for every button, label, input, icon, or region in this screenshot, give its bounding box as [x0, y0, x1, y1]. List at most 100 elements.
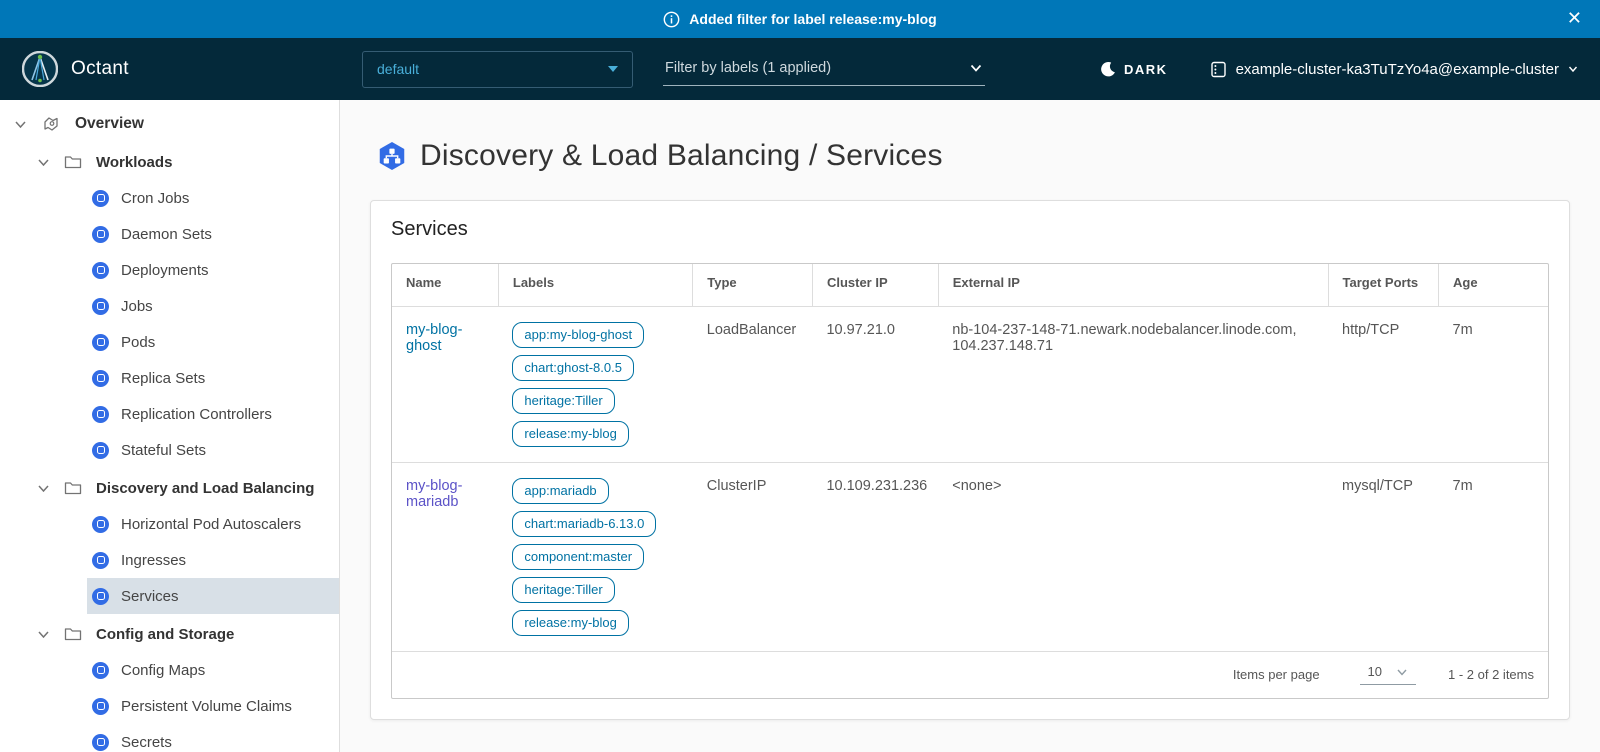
sidebar-navigation: Overview Workloads Cron Jobs Daemon Sets… — [0, 100, 340, 752]
sidebar-group-config-and-storage[interactable]: Config and Storage — [0, 616, 339, 652]
label-tag[interactable]: app:my-blog-ghost — [512, 322, 644, 348]
horizontal-pod-autoscalers-icon — [92, 516, 109, 533]
cluster-context-text: example-cluster-ka3TuTzYo4a@example-clus… — [1236, 61, 1559, 78]
sidebar-item-label: Daemon Sets — [121, 226, 212, 243]
sidebar-item-replica-sets[interactable]: Replica Sets — [87, 360, 339, 396]
cell-target-ports: http/TCP — [1328, 307, 1438, 463]
close-icon[interactable]: ✕ — [1567, 8, 1582, 28]
theme-toggle[interactable]: DARK — [1100, 61, 1168, 77]
replication-controllers-icon — [92, 406, 109, 423]
label-tag[interactable]: chart:mariadb-6.13.0 — [512, 511, 656, 537]
replica-sets-icon — [92, 370, 109, 387]
label-tag[interactable]: app:mariadb — [512, 478, 608, 504]
table-header-row: Name Labels Type Cluster IP External IP … — [392, 264, 1548, 307]
brand: Octant — [22, 51, 150, 87]
label-tag[interactable]: heritage:Tiller — [512, 577, 614, 603]
card-title: Services — [391, 218, 1549, 241]
label-tag[interactable]: heritage:Tiller — [512, 388, 614, 414]
sidebar-group-label: Discovery and Load Balancing — [96, 480, 314, 497]
sidebar-group-workloads[interactable]: Workloads — [0, 144, 339, 180]
main-content: Discovery & Load Balancing / Services Se… — [340, 100, 1600, 752]
column-header-name: Name — [392, 264, 498, 307]
sidebar-item-label: Pods — [121, 334, 155, 351]
service-link[interactable]: my-blog-mariadb — [406, 478, 462, 510]
chevron-down-icon[interactable] — [37, 482, 50, 495]
cell-external-ip: <none> — [938, 463, 1328, 652]
sidebar-item-label: Overview — [75, 115, 144, 133]
secrets-icon — [92, 734, 109, 751]
jobs-icon — [92, 298, 109, 315]
sidebar-item-label: Ingresses — [121, 552, 186, 569]
daemon-sets-icon — [92, 226, 109, 243]
column-header-age: Age — [1439, 264, 1548, 307]
sidebar-item-horizontal-pod-autoscalers[interactable]: Horizontal Pod Autoscalers — [87, 506, 339, 542]
info-icon — [663, 11, 680, 28]
label-tag[interactable]: component:master — [512, 544, 644, 570]
table-row: my-blog-mariadb app:mariadb chart:mariad… — [392, 463, 1548, 652]
folder-icon — [64, 479, 82, 497]
label-tag[interactable]: release:my-blog — [512, 421, 629, 447]
cluster-context-selector[interactable]: example-cluster-ka3TuTzYo4a@example-clus… — [1210, 61, 1578, 78]
stateful-sets-icon — [92, 442, 109, 459]
page-size-value: 10 — [1368, 664, 1382, 679]
theme-toggle-label: DARK — [1124, 62, 1168, 77]
sidebar-item-label: Cron Jobs — [121, 190, 189, 207]
app-header: Octant default Filter by labels (1 appli… — [0, 38, 1600, 100]
label-tag[interactable]: chart:ghost-8.0.5 — [512, 355, 634, 381]
sidebar-item-services[interactable]: Services — [87, 578, 339, 614]
sidebar-item-label: Deployments — [121, 262, 209, 279]
label-tag[interactable]: release:my-blog — [512, 610, 629, 636]
label-filter-dropdown[interactable]: Filter by labels (1 applied) — [663, 52, 985, 86]
folder-icon — [64, 153, 82, 171]
column-header-type: Type — [693, 264, 813, 307]
sidebar-item-secrets[interactable]: Secrets — [87, 724, 339, 752]
cell-cluster-ip: 10.97.21.0 — [812, 307, 938, 463]
sidebar-item-label: Persistent Volume Claims — [121, 698, 292, 715]
sidebar-item-replication-controllers[interactable]: Replication Controllers — [87, 396, 339, 432]
folder-icon — [64, 625, 82, 643]
sidebar-item-label: Replica Sets — [121, 370, 205, 387]
page-size-select[interactable]: 10 — [1360, 664, 1416, 685]
label-filter-text: Filter by labels (1 applied) — [665, 60, 969, 76]
sidebar-item-config-maps[interactable]: Config Maps — [87, 652, 339, 688]
cell-cluster-ip: 10.109.231.236 — [812, 463, 938, 652]
chevron-down-icon[interactable] — [37, 628, 50, 641]
moon-icon — [1100, 61, 1116, 77]
cell-age: 7m — [1439, 463, 1548, 652]
chevron-down-icon — [1568, 64, 1578, 74]
sidebar-item-label: Replication Controllers — [121, 406, 272, 423]
sidebar-item-label: Services — [121, 588, 179, 605]
sidebar-item-stateful-sets[interactable]: Stateful Sets — [87, 432, 339, 468]
applications-icon — [42, 115, 60, 133]
items-per-page-label: Items per page — [1233, 667, 1320, 682]
chevron-down-icon[interactable] — [14, 118, 27, 131]
sidebar-item-label: Horizontal Pod Autoscalers — [121, 516, 301, 533]
sidebar-item-label: Config Maps — [121, 662, 205, 679]
cell-type: ClusterIP — [693, 463, 813, 652]
services-icon — [92, 588, 109, 605]
chevron-down-icon — [969, 61, 983, 75]
chevron-down-icon[interactable] — [37, 156, 50, 169]
deployments-icon — [92, 262, 109, 279]
sidebar-item-jobs[interactable]: Jobs — [87, 288, 339, 324]
pagination-range: 1 - 2 of 2 items — [1448, 667, 1534, 682]
sidebar-item-overview[interactable]: Overview — [0, 106, 339, 142]
sidebar-item-cron-jobs[interactable]: Cron Jobs — [87, 180, 339, 216]
cell-target-ports: mysql/TCP — [1328, 463, 1438, 652]
persistent-volume-claims-icon — [92, 698, 109, 715]
sidebar-item-persistent-volume-claims[interactable]: Persistent Volume Claims — [87, 688, 339, 724]
sidebar-item-ingresses[interactable]: Ingresses — [87, 542, 339, 578]
cell-external-ip: nb-104-237-148-71.newark.nodebalancer.li… — [938, 307, 1328, 463]
cron-jobs-icon — [92, 190, 109, 207]
services-card: Services Name Labels Type Cluster IP — [370, 200, 1570, 720]
sidebar-item-daemon-sets[interactable]: Daemon Sets — [87, 216, 339, 252]
cell-age: 7m — [1439, 307, 1548, 463]
column-header-labels: Labels — [498, 264, 692, 307]
octant-logo-icon — [22, 51, 58, 87]
sidebar-item-pods[interactable]: Pods — [87, 324, 339, 360]
sidebar-group-discovery-and-load-balancing[interactable]: Discovery and Load Balancing — [0, 470, 339, 506]
namespace-dropdown[interactable]: default — [362, 51, 633, 88]
sidebar-item-deployments[interactable]: Deployments — [87, 252, 339, 288]
service-link[interactable]: my-blog-ghost — [406, 322, 462, 354]
config-maps-icon — [92, 662, 109, 679]
